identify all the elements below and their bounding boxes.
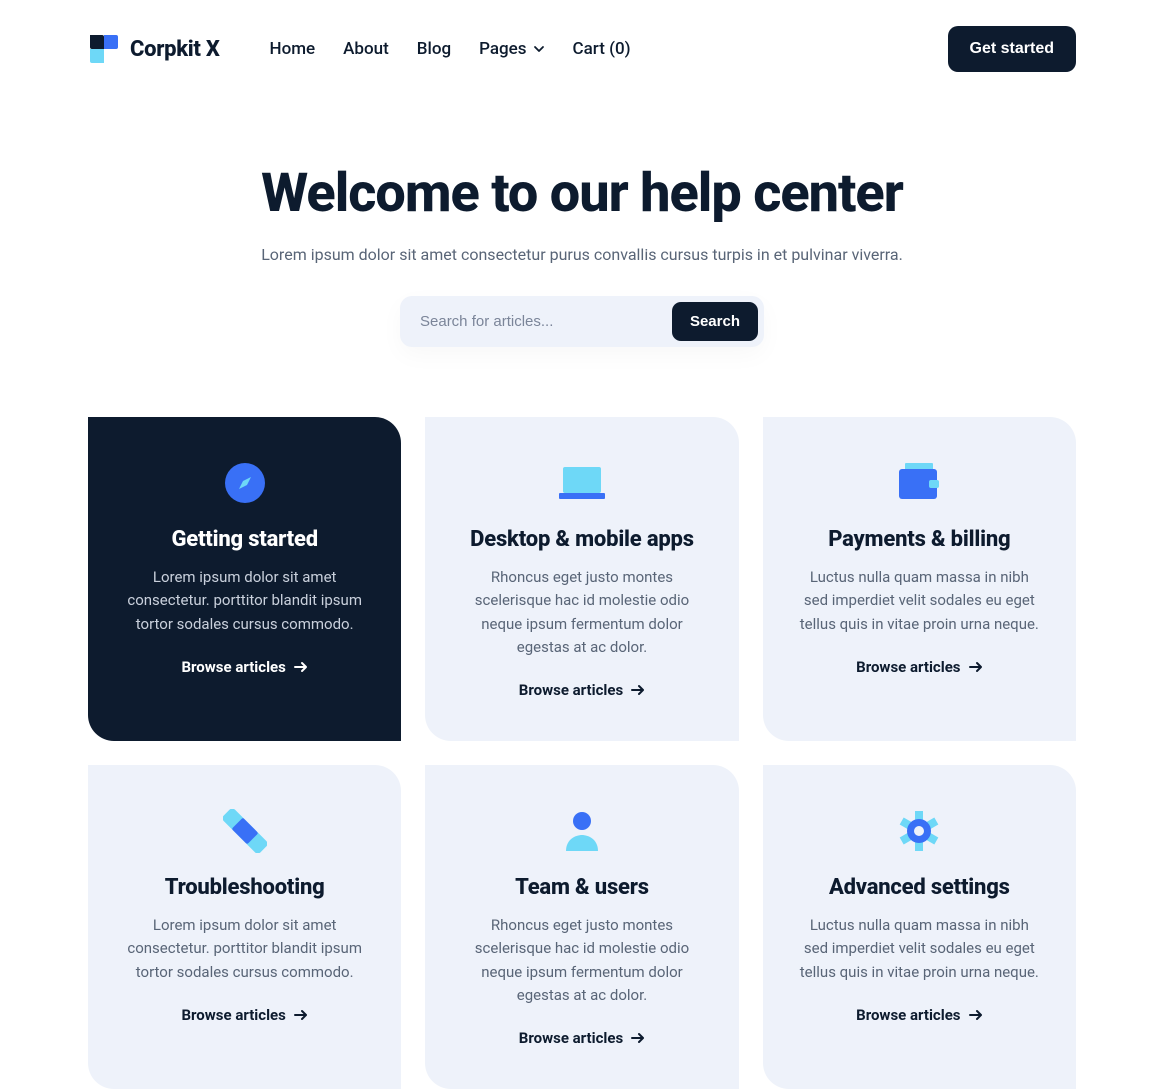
nav-blog[interactable]: Blog bbox=[417, 39, 451, 59]
user-icon bbox=[459, 809, 704, 853]
card-link-label: Browse articles bbox=[856, 1006, 960, 1024]
card-link-label: Browse articles bbox=[519, 681, 623, 699]
page-title: Welcome to our help center bbox=[88, 162, 1076, 225]
browse-articles-link[interactable]: Browse articles bbox=[856, 658, 982, 676]
gear-icon bbox=[797, 809, 1042, 853]
card-advanced-settings[interactable]: Advanced settings Luctus nulla quam mass… bbox=[763, 765, 1076, 1089]
card-title: Getting started bbox=[122, 527, 367, 552]
search-input[interactable] bbox=[420, 313, 672, 330]
card-desc: Rhoncus eget justo montes scelerisque ha… bbox=[459, 914, 704, 1007]
logo[interactable]: Corpkit X bbox=[88, 33, 220, 65]
logo-mark-icon bbox=[88, 33, 120, 65]
card-title: Desktop & mobile apps bbox=[459, 527, 704, 552]
browse-articles-link[interactable]: Browse articles bbox=[181, 658, 307, 676]
nav-home[interactable]: Home bbox=[270, 39, 316, 59]
card-team-users[interactable]: Team & users Rhoncus eget justo montes s… bbox=[425, 765, 738, 1089]
header: Corpkit X Home About Blog Pages Cart (0)… bbox=[88, 26, 1076, 72]
card-desc: Lorem ipsum dolor sit amet consectetur. … bbox=[122, 914, 367, 984]
chevron-down-icon bbox=[533, 43, 545, 55]
card-desc: Rhoncus eget justo montes scelerisque ha… bbox=[459, 566, 704, 659]
arrow-right-icon bbox=[969, 1008, 983, 1022]
card-desktop-mobile[interactable]: Desktop & mobile apps Rhoncus eget justo… bbox=[425, 417, 738, 741]
browse-articles-link[interactable]: Browse articles bbox=[519, 1029, 645, 1047]
card-desc: Lorem ipsum dolor sit amet consectetur. … bbox=[122, 566, 367, 636]
arrow-right-icon bbox=[294, 660, 308, 674]
page-subtitle: Lorem ipsum dolor sit amet consectetur p… bbox=[88, 245, 1076, 264]
category-grid: Getting started Lorem ipsum dolor sit am… bbox=[88, 417, 1076, 1089]
arrow-right-icon bbox=[631, 1031, 645, 1045]
nav-cart[interactable]: Cart (0) bbox=[573, 39, 631, 59]
card-title: Payments & billing bbox=[797, 527, 1042, 552]
card-getting-started[interactable]: Getting started Lorem ipsum dolor sit am… bbox=[88, 417, 401, 741]
card-link-label: Browse articles bbox=[856, 658, 960, 676]
nav: Home About Blog Pages Cart (0) bbox=[270, 39, 631, 59]
logo-text: Corpkit X bbox=[130, 37, 220, 62]
arrow-right-icon bbox=[969, 660, 983, 674]
card-title: Troubleshooting bbox=[122, 875, 367, 900]
card-link-label: Browse articles bbox=[519, 1029, 623, 1047]
arrow-right-icon bbox=[294, 1008, 308, 1022]
browse-articles-link[interactable]: Browse articles bbox=[181, 1006, 307, 1024]
card-link-label: Browse articles bbox=[181, 1006, 285, 1024]
browse-articles-link[interactable]: Browse articles bbox=[856, 1006, 982, 1024]
card-desc: Luctus nulla quam massa in nibh sed impe… bbox=[797, 566, 1042, 636]
card-payments-billing[interactable]: Payments & billing Luctus nulla quam mas… bbox=[763, 417, 1076, 741]
search-form: Search bbox=[400, 296, 764, 347]
card-title: Team & users bbox=[459, 875, 704, 900]
compass-icon bbox=[122, 461, 367, 505]
card-title: Advanced settings bbox=[797, 875, 1042, 900]
monitor-icon bbox=[459, 461, 704, 505]
get-started-button[interactable]: Get started bbox=[948, 26, 1076, 72]
card-link-label: Browse articles bbox=[181, 658, 285, 676]
card-troubleshooting[interactable]: Troubleshooting Lorem ipsum dolor sit am… bbox=[88, 765, 401, 1089]
hero: Welcome to our help center Lorem ipsum d… bbox=[88, 162, 1076, 347]
browse-articles-link[interactable]: Browse articles bbox=[519, 681, 645, 699]
nav-pages-label: Pages bbox=[479, 39, 526, 59]
bandage-icon bbox=[122, 809, 367, 853]
arrow-right-icon bbox=[631, 683, 645, 697]
search-button[interactable]: Search bbox=[672, 302, 758, 341]
card-desc: Luctus nulla quam massa in nibh sed impe… bbox=[797, 914, 1042, 984]
nav-pages[interactable]: Pages bbox=[479, 39, 544, 59]
wallet-icon bbox=[797, 461, 1042, 505]
nav-about[interactable]: About bbox=[343, 39, 389, 59]
